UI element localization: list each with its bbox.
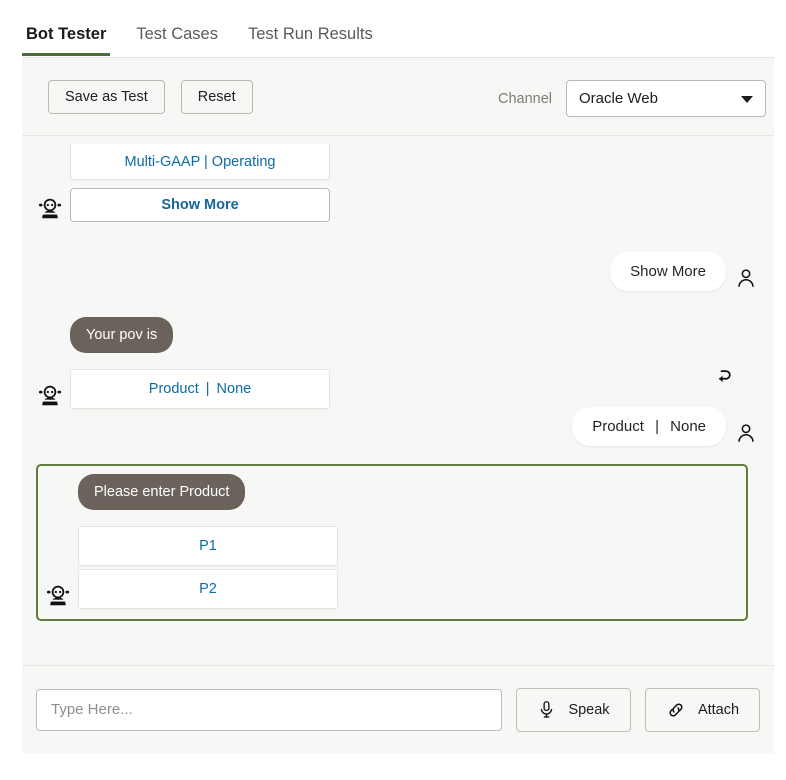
robot-avatar-icon bbox=[37, 383, 63, 409]
save-as-test-button[interactable]: Save as Test bbox=[48, 80, 165, 114]
user-message-label-right: None bbox=[670, 418, 706, 435]
chevron-down-icon bbox=[741, 96, 753, 103]
message-row-user-show-more: Show More bbox=[30, 252, 766, 291]
user-avatar bbox=[726, 422, 766, 446]
attach-button[interactable]: Attach bbox=[645, 688, 760, 732]
user-message-bubble: Show More bbox=[610, 252, 726, 291]
speak-button-label: Speak bbox=[568, 702, 609, 718]
channel-group: Channel Oracle Web bbox=[498, 80, 766, 117]
bot-avatar bbox=[38, 583, 78, 609]
bot-prompt-stack: Please enter Product P1 P2 bbox=[78, 474, 338, 609]
robot-avatar-icon bbox=[45, 583, 71, 609]
message-row-user-product: Product | None bbox=[30, 407, 766, 446]
user-message-label-left: Product bbox=[592, 418, 644, 435]
option-card-product-none[interactable]: Product | None bbox=[70, 369, 330, 409]
active-message-group: Please enter Product P1 P2 bbox=[36, 464, 748, 621]
user-message-bubble: Product | None bbox=[572, 407, 726, 446]
bot-message-stack: Multi-GAAP | Operating Show More bbox=[70, 144, 330, 222]
composer-bar: Speak Attach bbox=[22, 665, 774, 753]
bot-tester-panel: Save as Test Reset Channel Oracle Web bbox=[22, 57, 774, 753]
bot-message-bubble: Your pov is bbox=[70, 317, 173, 353]
message-row-bot-prompt: Please enter Product P1 P2 bbox=[38, 474, 736, 609]
speak-button[interactable]: Speak bbox=[516, 688, 631, 732]
message-input[interactable] bbox=[36, 689, 502, 731]
bot-message-stack: Your pov is Product | None bbox=[70, 317, 330, 409]
bot-avatar bbox=[30, 383, 70, 409]
link-icon bbox=[666, 700, 686, 720]
tab-bot-tester[interactable]: Bot Tester bbox=[22, 25, 110, 56]
option-card-separator: | bbox=[199, 381, 217, 397]
option-card-label-right: None bbox=[217, 381, 252, 397]
attach-button-label: Attach bbox=[698, 702, 739, 718]
show-more-card-button[interactable]: Show More bbox=[70, 188, 330, 222]
tab-test-cases[interactable]: Test Cases bbox=[132, 25, 222, 56]
retry-icon[interactable] bbox=[714, 365, 734, 385]
option-card-label-left: Product bbox=[149, 381, 199, 397]
channel-select[interactable]: Oracle Web bbox=[566, 80, 766, 117]
option-card-p1[interactable]: P1 bbox=[78, 526, 338, 566]
channel-label: Channel bbox=[498, 91, 552, 107]
person-avatar-icon bbox=[735, 267, 757, 289]
chat-transcript[interactable]: Multi-GAAP | Operating Show More Show Mo… bbox=[22, 136, 774, 674]
bot-prompt-bubble: Please enter Product bbox=[78, 474, 245, 510]
tab-bar: Bot Tester Test Cases Test Run Results bbox=[0, 0, 786, 56]
message-row-bot-show-more: Multi-GAAP | Operating Show More bbox=[30, 144, 766, 222]
microphone-icon bbox=[537, 700, 556, 719]
robot-avatar-icon bbox=[37, 196, 63, 222]
toolbar: Save as Test Reset Channel Oracle Web bbox=[22, 58, 774, 136]
tab-test-run-results[interactable]: Test Run Results bbox=[244, 25, 377, 56]
option-card-p2[interactable]: P2 bbox=[78, 569, 338, 609]
message-row-bot-pov: Your pov is Product | None bbox=[30, 317, 766, 409]
person-avatar-icon bbox=[735, 422, 757, 444]
channel-selected-value: Oracle Web bbox=[579, 90, 658, 107]
reset-button[interactable]: Reset bbox=[181, 80, 253, 114]
bot-avatar bbox=[30, 196, 70, 222]
option-card-multi-gaap[interactable]: Multi-GAAP | Operating bbox=[70, 144, 330, 180]
user-avatar bbox=[726, 267, 766, 291]
user-message-separator: | bbox=[648, 418, 666, 435]
